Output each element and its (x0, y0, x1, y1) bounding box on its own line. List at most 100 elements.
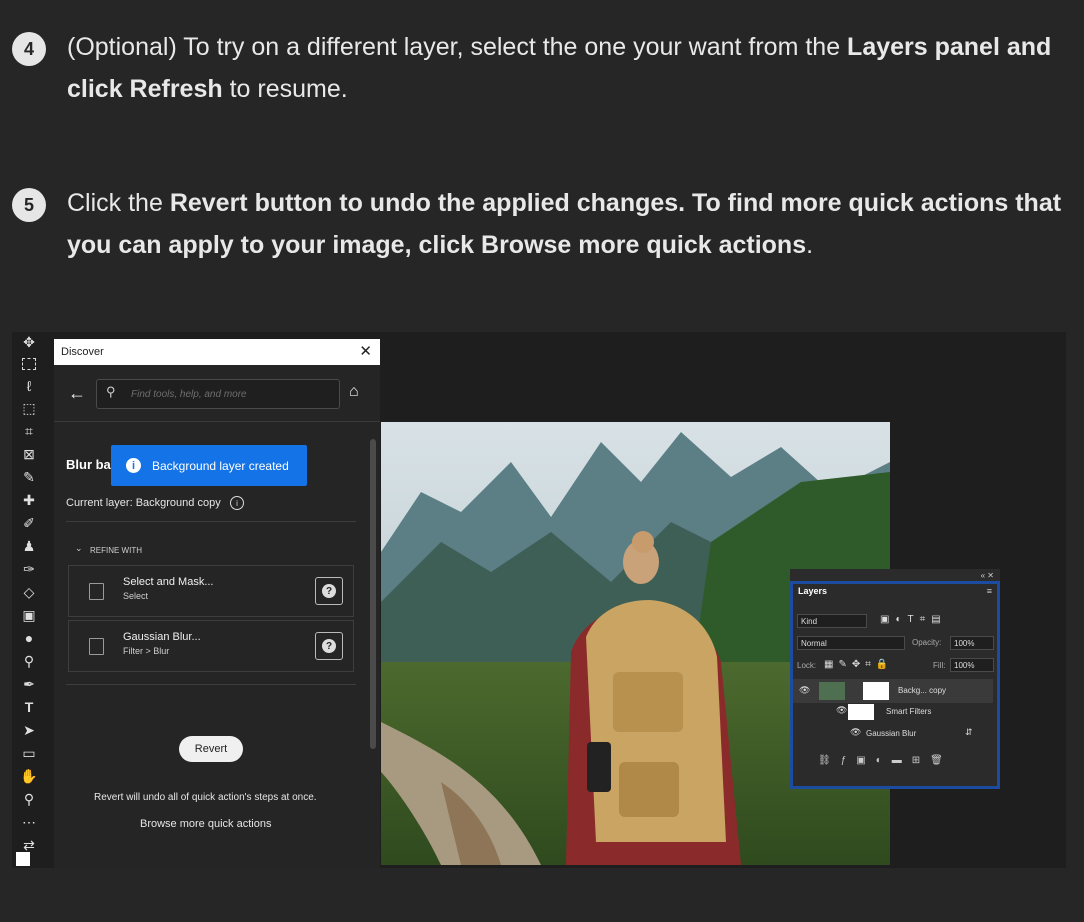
smart-filters-label: Smart Filters (886, 707, 932, 716)
zoom-tool-icon[interactable]: ⚲ (18, 789, 40, 809)
divider (66, 684, 356, 685)
type-tool-icon[interactable]: T (18, 697, 40, 717)
layer-thumbnail (819, 682, 845, 700)
quick-action-title: Blur ba (66, 457, 111, 472)
hand-tool-icon[interactable]: ✋ (18, 766, 40, 786)
current-layer-label: Current layer: Background copy (66, 497, 221, 509)
smart-filter-mask (848, 704, 874, 720)
browse-more-link[interactable]: Browse more quick actions (140, 818, 271, 830)
tool-icon (89, 638, 104, 655)
discover-panel: Discover ✕ ← ⚲ ⌂ Blur ba i Background la… (54, 339, 380, 868)
eraser-tool-icon[interactable]: ◇ (18, 582, 40, 602)
path-select-tool-icon[interactable]: ➤ (18, 720, 40, 740)
kind-filter[interactable]: Kind (797, 614, 867, 628)
dodge-tool-icon[interactable]: ⚲ (18, 651, 40, 671)
question-icon: ? (322, 639, 336, 653)
scrollbar-thumb[interactable] (370, 439, 376, 749)
layer-actions[interactable]: ⛓ƒ▣◐▬⊞🗑 (818, 755, 953, 766)
fill-field[interactable]: 100% (950, 658, 994, 672)
step-number-badge: 4 (12, 32, 46, 66)
lock-label: Lock: (797, 661, 817, 670)
frame-tool-icon[interactable]: ⊠ (18, 444, 40, 464)
opacity-value: 100% (954, 639, 975, 648)
discover-search[interactable]: ⚲ (96, 379, 340, 409)
discover-title-bar: Discover ✕ (54, 339, 380, 365)
object-select-tool-icon[interactable]: ⬚ (18, 398, 40, 418)
eyedropper-tool-icon[interactable]: ✎ (18, 467, 40, 487)
step-text-plain: (Optional) To try on a different layer, … (67, 33, 848, 61)
fill-label: Fill: (933, 661, 946, 670)
rectangle-tool-icon[interactable]: ▭ (18, 743, 40, 763)
eye-icon[interactable]: 👁 (836, 705, 847, 716)
help-button[interactable]: ? (315, 632, 343, 660)
revert-note: Revert will undo all of quick action's s… (94, 792, 317, 803)
history-brush-tool-icon[interactable]: ✑ (18, 559, 40, 579)
refine-item-gaussian-blur[interactable]: Gaussian Blur... Filter > Blur ? (68, 620, 354, 672)
refine-item-select-and-mask[interactable]: Select and Mask... Select ? (68, 565, 354, 617)
gaussian-blur-filter[interactable]: Gaussian Blur (866, 729, 916, 738)
tool-icon (89, 583, 104, 600)
blend-mode-value: Normal (801, 639, 827, 648)
blend-mode-select[interactable]: Normal (797, 636, 905, 650)
close-icon[interactable]: ✕ (359, 342, 372, 360)
filter-icons[interactable]: ▣◐T⌗▤ (880, 614, 947, 625)
blur-tool-icon[interactable]: ● (18, 628, 40, 648)
layers-panel: « ✕ Layers ≡ Kind ▣◐T⌗▤ Normal Opacity: … (790, 569, 1000, 789)
layer-name: Backg... copy (898, 686, 947, 695)
divider (66, 521, 356, 522)
pen-tool-icon[interactable]: ✒ (18, 674, 40, 694)
refine-item-name: Select and Mask... (123, 576, 214, 588)
move-tool-icon[interactable]: ✥ (18, 332, 40, 352)
step-text-bold: Revert button to undo the applied change… (67, 189, 1062, 259)
mask-thumbnail (863, 682, 889, 700)
menu-icon[interactable]: ≡ (987, 586, 992, 596)
photoshop-screenshot: ✥ ℓ ⬚ ⌗ ⊠ ✎ ✚ ✐ ♟ ✑ ◇ ▣ ● ⚲ ✒ T ➤ ▭ ✋ ⚲ … (12, 332, 1066, 868)
healing-brush-tool-icon[interactable]: ✚ (18, 490, 40, 510)
search-icon: ⚲ (106, 384, 116, 399)
panel-scrollbar[interactable] (370, 429, 376, 859)
back-arrow-icon[interactable]: ← (68, 383, 86, 404)
search-input[interactable] (129, 385, 333, 403)
opacity-field[interactable]: 100% (950, 636, 994, 650)
step-text-plain: Click the (67, 189, 170, 217)
filter-options-icon[interactable]: ⇵ (965, 727, 973, 738)
marquee-tool-icon[interactable] (18, 354, 40, 374)
toast-notification: i Background layer created (111, 445, 307, 486)
refine-with-label: REFINE WITH (90, 546, 142, 555)
kind-filter-value: Kind (801, 617, 818, 626)
chevron-down-icon[interactable]: ⌄ (75, 543, 83, 554)
question-icon: ? (322, 584, 336, 598)
refine-item-name: Gaussian Blur... (123, 631, 201, 643)
tab-layers[interactable]: Layers (798, 586, 827, 596)
panel-controls[interactable]: « ✕ (981, 571, 994, 580)
divider (54, 421, 380, 422)
stamp-tool-icon[interactable]: ♟ (18, 536, 40, 556)
info-icon[interactable]: i (230, 496, 244, 510)
step-text-plain-end: to resume. (222, 75, 348, 103)
revert-button[interactable]: Revert (179, 736, 243, 762)
step-instruction: (Optional) To try on a different layer, … (67, 26, 1084, 110)
eye-icon[interactable]: 👁 (799, 685, 810, 696)
eye-icon[interactable]: 👁 (850, 727, 861, 738)
tools-bar: ✥ ℓ ⬚ ⌗ ⊠ ✎ ✚ ✐ ♟ ✑ ◇ ▣ ● ⚲ ✒ T ➤ ▭ ✋ ⚲ … (12, 332, 46, 868)
discover-title: Discover (61, 346, 104, 358)
opacity-label: Opacity: (912, 638, 942, 647)
step-number-badge: 5 (12, 188, 46, 222)
toast-text: Background layer created (152, 459, 289, 473)
fill-value: 100% (954, 661, 975, 670)
info-icon: i (126, 458, 141, 473)
gradient-tool-icon[interactable]: ▣ (18, 605, 40, 625)
refine-item-path: Select (123, 591, 149, 601)
refine-item-path: Filter > Blur (123, 646, 170, 656)
step-instruction: Click the Revert button to undo the appl… (67, 182, 1084, 266)
crop-tool-icon[interactable]: ⌗ (18, 421, 40, 441)
more-tools-icon[interactable]: ⋯ (18, 812, 40, 832)
foreground-color-swatch[interactable] (16, 852, 30, 866)
lock-icons[interactable]: ▦✎✥⌗🔒 (824, 659, 893, 670)
home-icon[interactable]: ⌂ (349, 383, 359, 401)
layer-row-background-copy[interactable]: 👁 Backg... copy (793, 679, 993, 703)
lasso-tool-icon[interactable]: ℓ (18, 376, 40, 396)
step-text-plain-end: . (806, 231, 814, 259)
brush-tool-icon[interactable]: ✐ (18, 513, 40, 533)
help-button[interactable]: ? (315, 577, 343, 605)
